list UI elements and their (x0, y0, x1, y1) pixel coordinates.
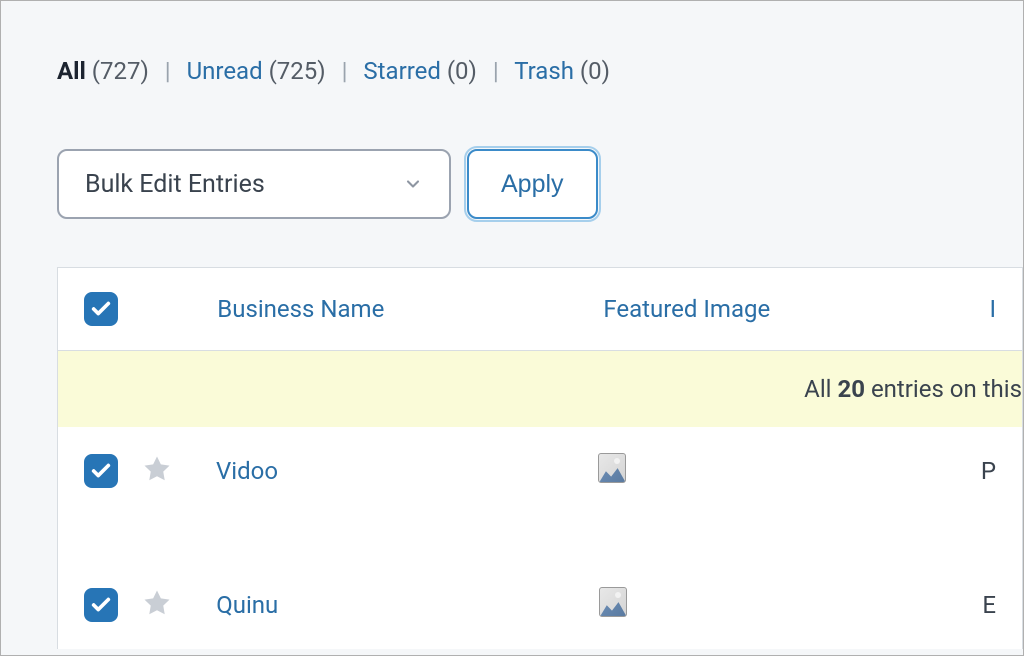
filter-unread[interactable]: Unread (725) (187, 57, 332, 85)
filter-separator: | (165, 57, 171, 85)
image-placeholder-icon[interactable] (598, 453, 626, 483)
column-header-trailing[interactable]: I (989, 295, 996, 323)
row-trail-value: P (981, 457, 996, 485)
filter-unread-count: (725) (269, 57, 326, 85)
filter-separator: | (493, 57, 499, 85)
filter-trash-label: Trash (514, 57, 574, 85)
filter-trash[interactable]: Trash (0) (514, 57, 610, 85)
row-checkbox[interactable] (84, 588, 118, 622)
bulk-select-label: Bulk Edit Entries (85, 170, 265, 199)
filter-starred[interactable]: Starred (0) (363, 57, 482, 85)
selection-banner-count: 20 (837, 375, 865, 403)
business-name-link[interactable]: Quinu (216, 591, 599, 619)
table-row: Quinu E (58, 561, 1022, 649)
selection-banner: All 20 entries on this (58, 351, 1022, 427)
column-header-business-name[interactable]: Business Name (217, 295, 603, 323)
filter-starred-count: (0) (447, 57, 477, 85)
filter-all-label: All (57, 57, 86, 85)
star-icon[interactable] (142, 469, 172, 488)
column-header-featured-image[interactable]: Featured Image (603, 295, 989, 323)
selection-banner-pre: All (78, 375, 837, 403)
filter-unread-label: Unread (187, 57, 263, 85)
table-header: Business Name Featured Image I (58, 268, 1022, 351)
row-trail-value: E (982, 591, 996, 619)
selection-banner-post: entries on this (865, 375, 1022, 403)
star-icon[interactable] (142, 603, 172, 622)
filter-trash-count: (0) (580, 57, 610, 85)
filter-starred-label: Starred (363, 57, 440, 85)
bulk-actions-row: Bulk Edit Entries Apply (57, 149, 1023, 219)
filter-separator: | (342, 57, 348, 85)
entries-table: Business Name Featured Image I All 20 en… (57, 267, 1023, 649)
business-name-link[interactable]: Vidoo (216, 457, 598, 485)
select-all-checkbox[interactable] (84, 292, 118, 326)
filter-bar: All (727) | Unread (725) | Starred (0) |… (57, 57, 1023, 85)
row-checkbox[interactable] (84, 454, 118, 488)
filter-all-count: (727) (92, 57, 149, 85)
table-row: Vidoo P (58, 427, 1022, 515)
bulk-select[interactable]: Bulk Edit Entries (57, 149, 451, 219)
image-placeholder-icon[interactable] (599, 587, 627, 617)
apply-button[interactable]: Apply (467, 149, 598, 219)
chevron-down-icon (403, 174, 423, 194)
filter-all[interactable]: All (727) (57, 57, 155, 85)
